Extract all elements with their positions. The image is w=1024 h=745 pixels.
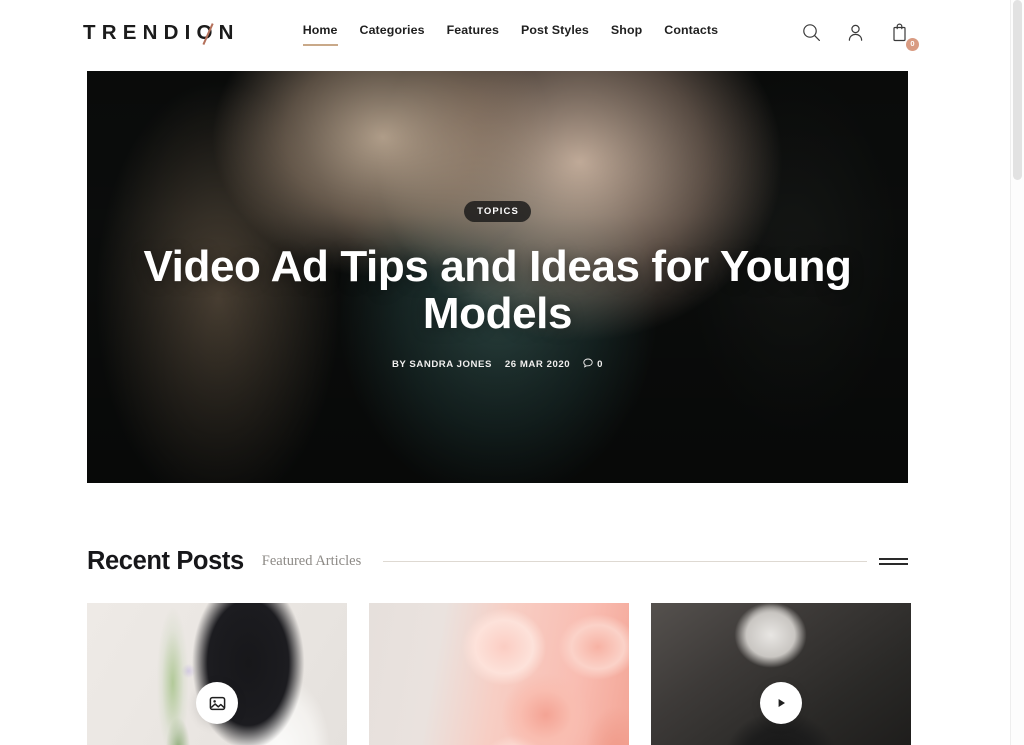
recent-posts-header: Recent Posts Featured Articles <box>87 547 908 576</box>
comment-bubble-icon <box>583 358 593 371</box>
view-toggle-line-bottom <box>879 563 908 565</box>
nav-item-features[interactable]: Features <box>447 19 499 46</box>
shopping-bag-icon <box>890 22 909 43</box>
video-play-badge[interactable] <box>760 682 802 724</box>
site-header: TRENDION Home Categories Features Post S… <box>0 0 1010 65</box>
vertical-scrollbar[interactable] <box>1010 0 1024 745</box>
hero-content: TOPICS Video Ad Tips and Ideas for Young… <box>87 201 908 371</box>
header-tools: 0 <box>798 0 919 65</box>
hero-title[interactable]: Video Ad Tips and Ideas for Young Models <box>127 243 868 337</box>
logo-slashed-o-icon: O <box>196 21 219 45</box>
section-divider <box>383 561 867 562</box>
hero-comment-number: 0 <box>597 359 604 371</box>
hero-comment-count[interactable]: 0 <box>583 358 603 371</box>
post-thumbnail <box>369 603 629 745</box>
scrollbar-thumb[interactable] <box>1013 0 1022 180</box>
section-subtitle: Featured Articles <box>261 553 362 569</box>
hero-category-badge[interactable]: TOPICS <box>464 201 531 222</box>
post-card[interactable] <box>87 603 347 745</box>
browser-viewport: TRENDION Home Categories Features Post S… <box>0 0 1024 745</box>
cart-button[interactable]: 0 <box>886 20 919 51</box>
account-button[interactable] <box>842 20 868 46</box>
main-navigation: Home Categories Features Post Styles Sho… <box>302 19 718 46</box>
nav-item-shop[interactable]: Shop <box>611 19 642 46</box>
hero-featured-post[interactable]: TOPICS Video Ad Tips and Ideas for Young… <box>87 71 908 483</box>
search-icon <box>802 23 821 42</box>
recent-posts-grid <box>87 603 913 745</box>
hero-meta: BY SANDRA JONES 26 MAR 2020 0 <box>127 358 868 371</box>
nav-item-home[interactable]: Home <box>302 19 338 46</box>
view-toggle-button[interactable] <box>879 558 908 565</box>
cart-count-badge: 0 <box>906 37 919 51</box>
logo-text-suffix: N <box>218 21 240 45</box>
hero-author[interactable]: BY SANDRA JONES <box>392 359 492 370</box>
gallery-badge[interactable] <box>196 682 238 724</box>
post-card[interactable] <box>369 603 629 745</box>
nav-item-contacts[interactable]: Contacts <box>664 19 718 46</box>
play-icon <box>774 696 788 710</box>
user-icon <box>846 23 865 42</box>
page-content: TRENDION Home Categories Features Post S… <box>0 0 1010 745</box>
nav-item-post-styles[interactable]: Post Styles <box>521 19 589 46</box>
site-logo[interactable]: TRENDION <box>83 21 240 44</box>
image-icon <box>209 695 226 712</box>
post-card[interactable] <box>651 603 911 745</box>
search-button[interactable] <box>798 20 824 46</box>
view-toggle-line-top <box>879 558 908 560</box>
section-title: Recent Posts <box>87 547 244 575</box>
hero-date: 26 MAR 2020 <box>504 359 571 371</box>
logo-text-prefix: TRENDI <box>83 21 197 45</box>
nav-item-categories[interactable]: Categories <box>360 19 425 46</box>
